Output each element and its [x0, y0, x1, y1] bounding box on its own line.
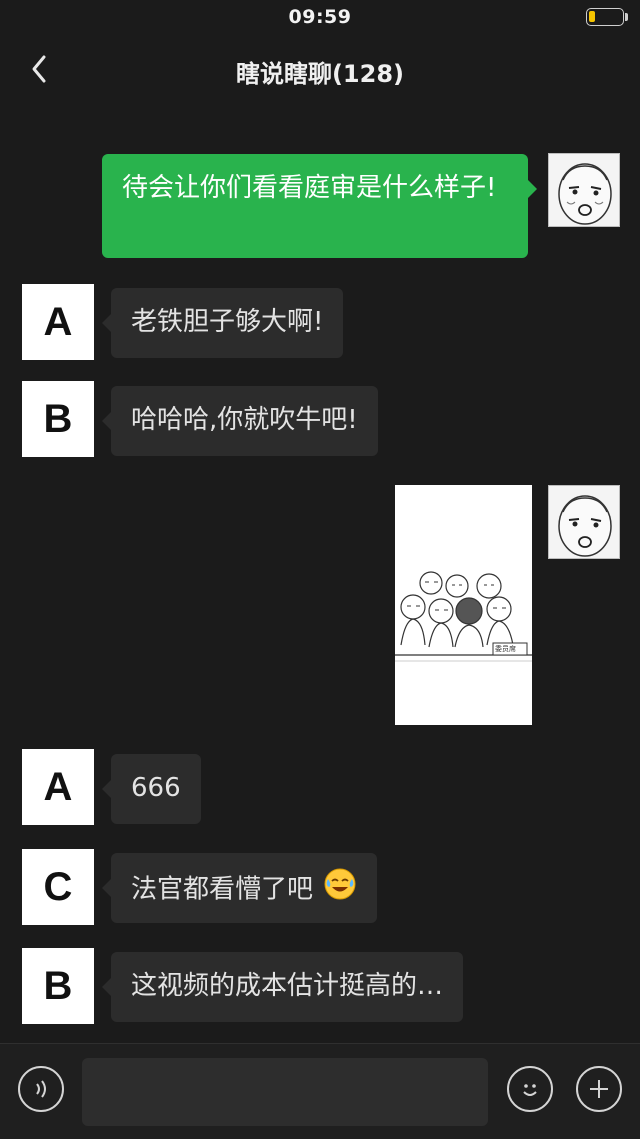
chat-title: 瞎说瞎聊(128) [235, 60, 405, 88]
message-bubble[interactable]: 法官都看懵了吧 [101, 853, 378, 923]
message-text: 待会让你们看看庭审是什么样子! [122, 173, 497, 203]
message-bubble[interactable]: 哈哈哈,你就吹牛吧! [102, 386, 378, 456]
message-text: 哈哈哈,你就吹牛吧! [131, 405, 358, 435]
image-message[interactable]: 委员席 [395, 485, 532, 725]
avatar-b[interactable]: B [22, 948, 94, 1024]
avatar-c[interactable]: C [22, 849, 94, 925]
meme-face-icon [558, 495, 612, 557]
avatar-a[interactable]: A [22, 749, 94, 825]
message-text: 法官都看懵了吧 [131, 874, 314, 905]
my-message-bubble[interactable]: 待会让你们看看庭审是什么样子! [102, 154, 537, 258]
battery-icon [586, 8, 624, 26]
message-input[interactable] [82, 1058, 488, 1126]
my-avatar[interactable] [548, 153, 620, 227]
message-bubble[interactable]: 老铁胆子够大啊! [101, 288, 344, 358]
my-avatar[interactable] [548, 485, 620, 559]
message-text: 666 [131, 773, 181, 803]
message-bubble[interactable]: 666 [102, 754, 201, 824]
emoji-button[interactable] [507, 1066, 553, 1112]
cartoon-image [395, 485, 532, 725]
voice-icon [36, 1080, 46, 1098]
status-time: 09:59 [288, 6, 352, 28]
message-text: 老铁胆子够大啊! [131, 307, 324, 337]
nameplate-text: 委员席 [495, 645, 516, 653]
meme-face-icon [558, 163, 612, 225]
message-text: 这视频的成本估计挺高的… [131, 971, 444, 1001]
add-button[interactable] [576, 1066, 622, 1112]
battery-tip [625, 13, 628, 21]
voice-button[interactable] [18, 1066, 64, 1112]
avatar-b[interactable]: B [22, 381, 94, 457]
avatar-a[interactable]: A [22, 284, 94, 360]
emoji-icon [523, 1084, 537, 1096]
crying-laughing-emoji-icon [323, 867, 357, 913]
message-bubble[interactable]: 这视频的成本估计挺高的… [101, 952, 464, 1022]
plus-icon [590, 1080, 608, 1098]
